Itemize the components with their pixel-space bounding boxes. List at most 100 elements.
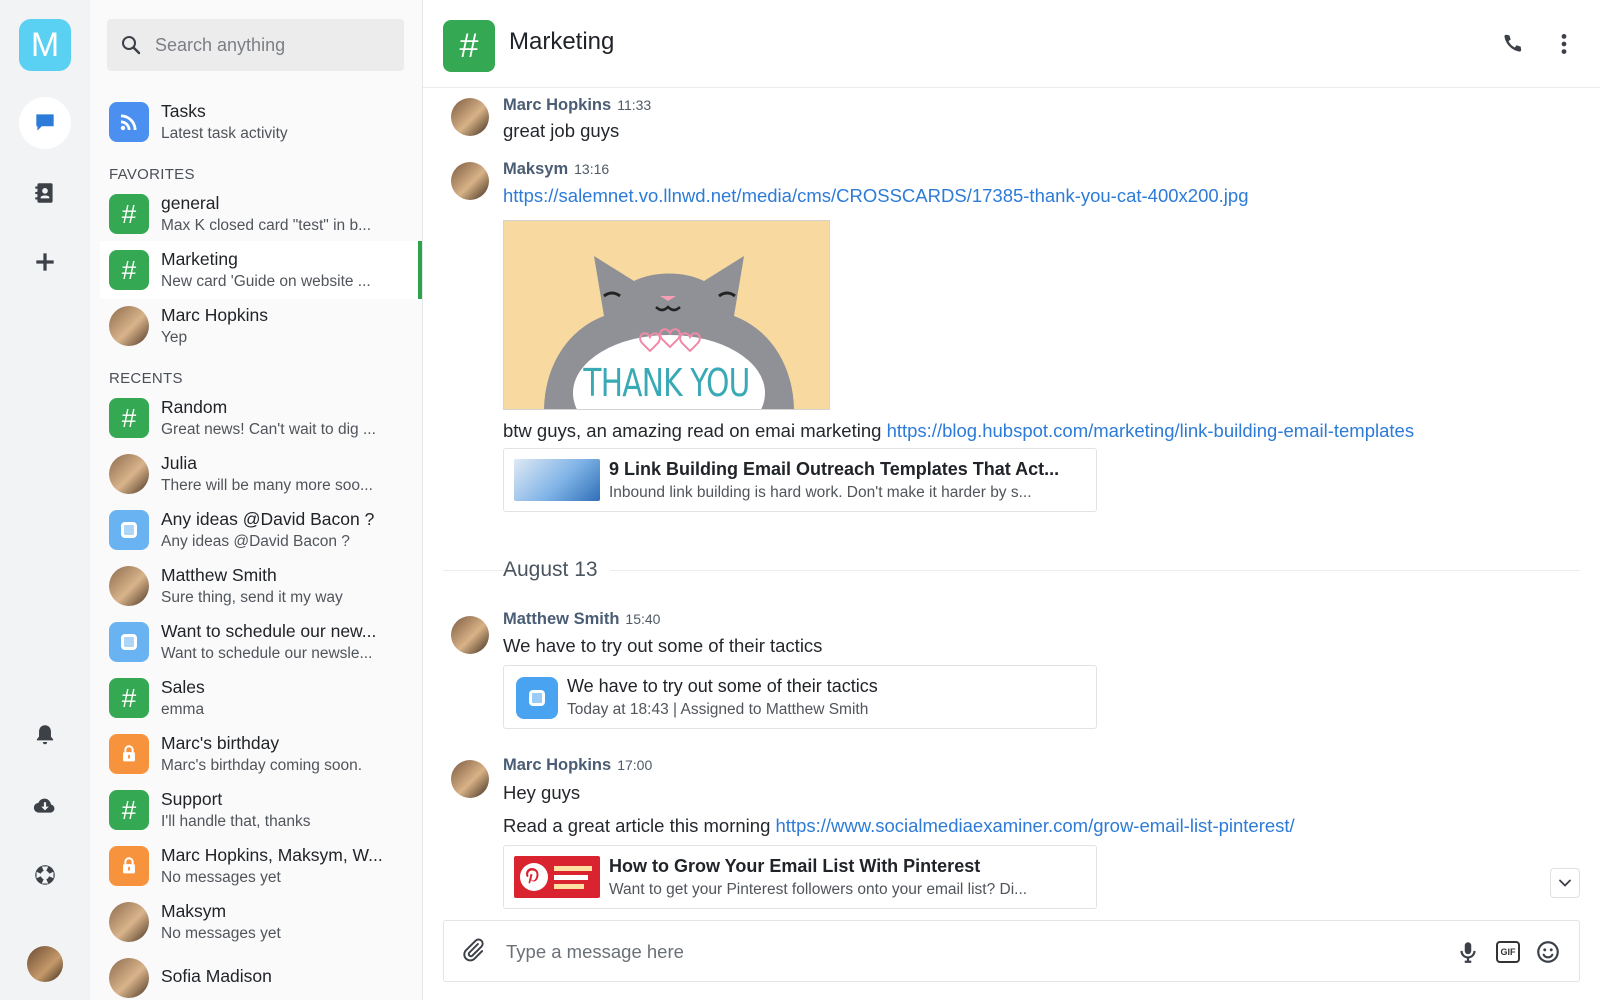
hash-icon: # bbox=[109, 194, 149, 234]
message-author[interactable]: Matthew Smith 15:40 bbox=[503, 610, 660, 629]
conversation-preview: Yep bbox=[161, 329, 188, 346]
avatar[interactable] bbox=[451, 162, 489, 200]
message-input[interactable] bbox=[506, 937, 1406, 967]
conversation-julia[interactable]: Julia There will be many more soo... bbox=[100, 445, 422, 503]
task-card[interactable]: We have to try out some of their tactics… bbox=[503, 665, 1097, 729]
hash-icon: # bbox=[109, 678, 149, 718]
conversation-maksym[interactable]: Maksym No messages yet bbox=[100, 893, 422, 951]
conversation-sales[interactable]: # Sales emma bbox=[100, 669, 422, 727]
workspace-logo[interactable]: M bbox=[19, 19, 71, 71]
conversation-general[interactable]: # general Max K closed card "test" in b..… bbox=[100, 185, 422, 243]
conversation-preview: Max K closed card "test" in b... bbox=[161, 217, 372, 234]
article-link[interactable]: https://www.socialmediaexaminer.com/grow… bbox=[776, 815, 1295, 836]
avatar[interactable] bbox=[451, 616, 489, 654]
preview-title: How to Grow Your Email List With Pintere… bbox=[609, 856, 981, 876]
conversation-list: Tasks Latest task activity FAVORITES # g… bbox=[90, 0, 423, 1000]
conversation-title: Marc's birthday bbox=[161, 733, 280, 753]
search-box[interactable] bbox=[107, 19, 404, 71]
more-vertical-icon bbox=[1561, 34, 1567, 54]
scroll-to-bottom-button[interactable] bbox=[1550, 868, 1580, 898]
conversation-marc-hopkins[interactable]: Marc Hopkins Yep bbox=[100, 297, 422, 355]
lock-icon bbox=[109, 846, 149, 886]
address-book-icon bbox=[35, 183, 53, 203]
link-preview-card[interactable]: 9 Link Building Email Outreach Templates… bbox=[503, 448, 1097, 512]
conversation-task-david-bacon[interactable]: Any ideas @David Bacon ? Any ideas @David… bbox=[100, 501, 422, 559]
article-link[interactable]: https://blog.hubspot.com/marketing/link-… bbox=[887, 420, 1415, 441]
voice-message-button[interactable] bbox=[1453, 937, 1483, 967]
nav-notifications-button[interactable] bbox=[19, 709, 71, 761]
preview-description: Inbound link building is hard work. Don'… bbox=[609, 484, 1032, 501]
bell-icon bbox=[36, 725, 54, 745]
gif-icon: GIF bbox=[1496, 941, 1520, 963]
task-meta: Today at 18:43 | Assigned to Matthew Smi… bbox=[567, 701, 869, 718]
thank-you-cat-image[interactable]: THANK YOU bbox=[503, 220, 830, 410]
search-input[interactable] bbox=[155, 34, 395, 56]
preview-thumbnail bbox=[514, 856, 600, 898]
image-caption: THANK YOU bbox=[583, 361, 750, 405]
message-author[interactable]: Marc Hopkins 17:00 bbox=[503, 756, 652, 775]
conversation-group-private[interactable]: Marc Hopkins, Maksym, W... No messages ye… bbox=[100, 837, 422, 895]
avatar[interactable] bbox=[451, 760, 489, 798]
conversation-title: Marc Hopkins, Maksym, W... bbox=[161, 845, 383, 865]
conversation-support[interactable]: # Support I'll handle that, thanks bbox=[100, 781, 422, 839]
conversation-marcs-birthday[interactable]: Marc's birthday Marc's birthday coming so… bbox=[100, 725, 422, 783]
message-author[interactable]: Maksym 13:16 bbox=[503, 160, 609, 179]
message-text: Hey guys bbox=[503, 782, 581, 803]
avatar bbox=[109, 454, 149, 494]
message-time: 11:33 bbox=[617, 97, 652, 113]
conversation-preview: There will be many more soo... bbox=[161, 477, 373, 494]
conversation-tasks[interactable]: Tasks Latest task activity bbox=[100, 93, 422, 151]
nav-rail: M bbox=[0, 0, 90, 1000]
paperclip-icon bbox=[463, 938, 484, 962]
avatar[interactable] bbox=[451, 98, 489, 136]
cloud-download-icon bbox=[33, 798, 55, 813]
channel-hash-icon: # bbox=[443, 20, 495, 72]
conversation-title: Julia bbox=[161, 453, 197, 473]
nav-help-button[interactable] bbox=[19, 849, 71, 901]
lifebuoy-icon bbox=[35, 865, 55, 885]
task-icon bbox=[516, 677, 558, 719]
conversation-preview: Sure thing, send it my way bbox=[161, 589, 343, 606]
conversation-random[interactable]: # Random Great news! Can't wait to dig ..… bbox=[100, 389, 422, 447]
nav-contacts-button[interactable] bbox=[19, 167, 71, 219]
more-options-button[interactable] bbox=[1548, 28, 1580, 60]
conversation-matthew-smith[interactable]: Matthew Smith Sure thing, send it my way bbox=[100, 557, 422, 615]
plus-icon bbox=[36, 253, 54, 271]
conversation-preview: Latest task activity bbox=[161, 125, 288, 142]
conversation-preview: I'll handle that, thanks bbox=[161, 813, 311, 830]
lock-icon bbox=[109, 734, 149, 774]
conversation-preview: Marc's birthday coming soon. bbox=[161, 757, 363, 774]
microphone-icon bbox=[1460, 942, 1476, 963]
message-time: 13:16 bbox=[574, 161, 610, 177]
nav-chats-button[interactable] bbox=[19, 97, 71, 149]
message-time: 17:00 bbox=[617, 757, 653, 773]
message-text: btw guys, an amazing read on emai market… bbox=[503, 420, 1415, 441]
conversation-sofia-madison[interactable]: Sofia Madison bbox=[100, 949, 422, 1000]
task-title: We have to try out some of their tactics bbox=[567, 676, 878, 696]
image-link[interactable]: https://salemnet.vo.llnwd.net/media/cms/… bbox=[503, 185, 1249, 206]
preview-title: 9 Link Building Email Outreach Templates… bbox=[609, 459, 1060, 479]
chat-header: # Marketing bbox=[423, 0, 1600, 88]
message-author[interactable]: Marc Hopkins 11:33 bbox=[503, 96, 651, 115]
conversation-task-newsletter[interactable]: Want to schedule our new... Want to sched… bbox=[100, 613, 422, 671]
conversation-title: Sofia Madison bbox=[161, 966, 272, 986]
section-recents: RECENTS bbox=[109, 370, 183, 387]
link-preview-card[interactable]: How to Grow Your Email List With Pintere… bbox=[503, 845, 1097, 909]
emoji-button[interactable] bbox=[1533, 937, 1563, 967]
conversation-title: Marketing bbox=[161, 249, 238, 269]
chat-bubble-icon bbox=[36, 114, 54, 131]
attach-button[interactable] bbox=[460, 937, 490, 967]
message-link[interactable]: https://salemnet.vo.llnwd.net/media/cms/… bbox=[503, 185, 1249, 207]
conversation-title: Want to schedule our new... bbox=[161, 621, 377, 641]
conversation-preview: No messages yet bbox=[161, 925, 281, 942]
conversation-marketing[interactable]: # Marketing New card 'Guide on website ..… bbox=[100, 241, 422, 299]
nav-download-button[interactable] bbox=[19, 779, 71, 831]
date-divider-label: August 13 bbox=[503, 558, 610, 582]
conversation-title: general bbox=[161, 193, 220, 213]
current-user-avatar[interactable] bbox=[27, 946, 63, 982]
conversation-title: Sales bbox=[161, 677, 205, 697]
call-button[interactable] bbox=[1496, 28, 1528, 60]
conversation-title: Random bbox=[161, 397, 228, 417]
gif-button[interactable]: GIF bbox=[1493, 937, 1523, 967]
nav-add-button[interactable] bbox=[19, 236, 71, 288]
